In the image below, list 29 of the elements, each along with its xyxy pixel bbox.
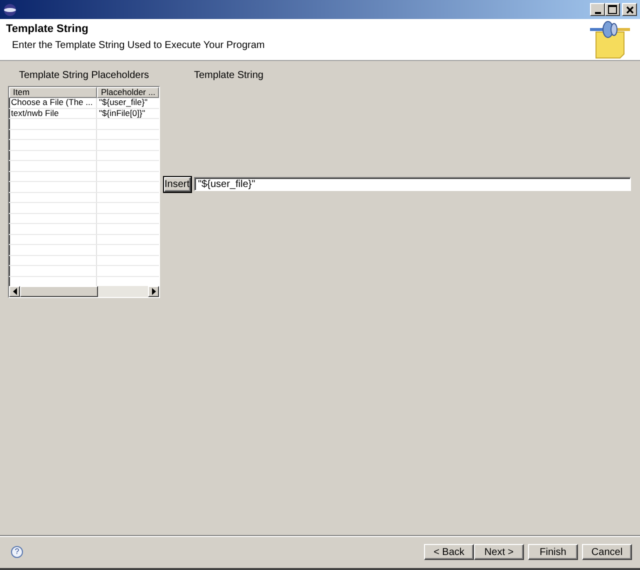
column-header[interactable]: Item <box>9 87 97 98</box>
placeholders-label: Template String Placeholders <box>18 70 150 82</box>
scroll-thumb[interactable] <box>20 286 98 297</box>
page-title: Template String <box>6 23 90 35</box>
close-button[interactable] <box>622 3 637 16</box>
wizard-button[interactable]: Cancel <box>582 544 632 560</box>
app-icon <box>3 2 17 16</box>
table-cell[interactable]: "${inFile[0]}" <box>97 108 159 118</box>
help-button[interactable]: ? <box>11 546 23 558</box>
minimize-button[interactable] <box>590 3 605 16</box>
maximize-icon <box>608 5 617 14</box>
template-string-field[interactable]: "${user_file}" <box>194 177 631 191</box>
wizard-button[interactable]: Next > <box>474 544 524 560</box>
horizontal-scrollbar[interactable] <box>9 286 159 297</box>
table-cell[interactable]: text/nwb File <box>9 108 97 118</box>
scroll-left-icon[interactable] <box>9 286 20 297</box>
minimize-icon <box>594 12 600 14</box>
scroll-right-icon[interactable] <box>148 286 159 297</box>
plug-note-icon <box>590 20 630 60</box>
table-cell[interactable]: Choose a File (The ... <box>9 98 97 108</box>
table-cell[interactable]: "${user_file}" <box>97 98 159 108</box>
close-icon <box>626 6 634 14</box>
insert-button[interactable]: Insert <box>164 177 190 192</box>
template-string-label: Template String <box>194 70 264 82</box>
wizard-button[interactable]: < Back <box>424 544 474 560</box>
wizard-button[interactable]: Finish <box>528 544 578 560</box>
maximize-button[interactable] <box>605 3 620 16</box>
page-description: Enter the Template String Used to Execute Your Program <box>12 40 265 51</box>
column-header[interactable]: Placeholder ... <box>97 87 159 98</box>
